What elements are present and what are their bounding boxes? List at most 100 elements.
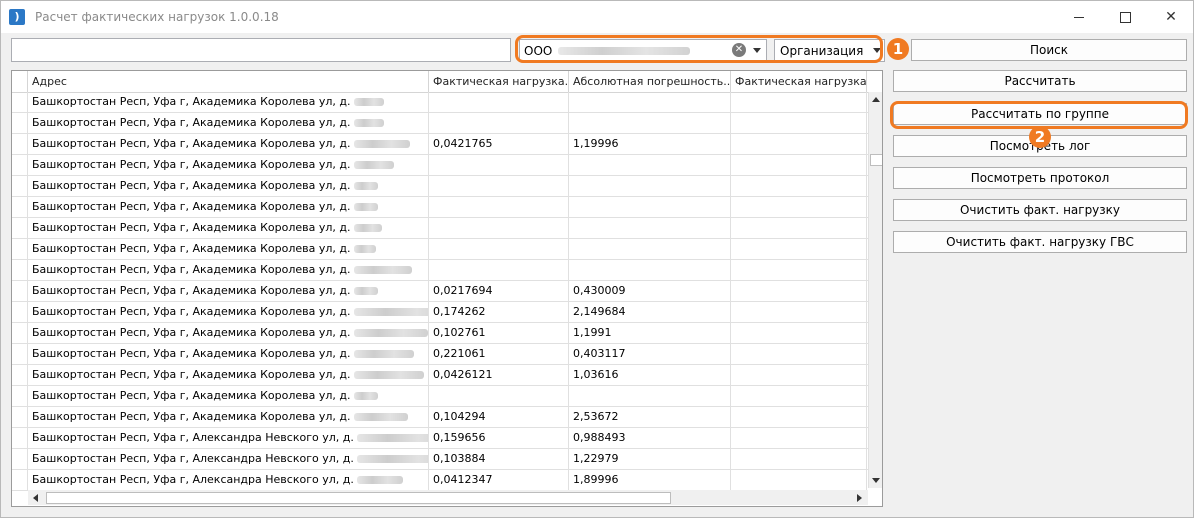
- search-button[interactable]: Поиск: [911, 39, 1187, 61]
- row-indicator[interactable]: [12, 155, 28, 175]
- absolute-error-cell[interactable]: [569, 386, 731, 406]
- maximize-button[interactable]: [1102, 1, 1148, 33]
- row-indicator[interactable]: [12, 344, 28, 364]
- actual-load-cell[interactable]: [429, 197, 569, 217]
- actual-load-2-cell[interactable]: [731, 365, 867, 385]
- absolute-error-cell[interactable]: 0,988493: [569, 428, 731, 448]
- actual-load-cell[interactable]: 0,0217694: [429, 281, 569, 301]
- row-indicator[interactable]: [12, 428, 28, 448]
- actual-load-cell[interactable]: 0,104294: [429, 407, 569, 427]
- table-row[interactable]: Башкортостан Респ, Уфа г, Академика Коро…: [12, 407, 868, 428]
- address-cell[interactable]: Башкортостан Респ, Уфа г, Академика Коро…: [28, 281, 429, 301]
- actual-load-2-cell[interactable]: [731, 260, 867, 280]
- absolute-error-cell[interactable]: 1,22979: [569, 449, 731, 469]
- absolute-error-cell[interactable]: [569, 260, 731, 280]
- table-row[interactable]: Башкортостан Респ, Уфа г, Александра Нев…: [12, 449, 868, 470]
- actual-load-cell[interactable]: 0,102761: [429, 323, 569, 343]
- actual-load-2-cell[interactable]: [731, 281, 867, 301]
- address-cell[interactable]: Башкортостан Респ, Уфа г, Академика Коро…: [28, 134, 429, 154]
- actual-load-cell[interactable]: 0,0426121: [429, 365, 569, 385]
- address-cell[interactable]: Башкортостан Респ, Уфа г, Академика Коро…: [28, 176, 429, 196]
- actual-load-2-cell[interactable]: [731, 386, 867, 406]
- table-row[interactable]: Башкортостан Респ, Уфа г, Академика Коро…: [12, 92, 868, 113]
- row-indicator[interactable]: [12, 449, 28, 469]
- actual-load-cell[interactable]: 0,0421765: [429, 134, 569, 154]
- column-header-address[interactable]: Адрес: [28, 71, 429, 92]
- absolute-error-cell[interactable]: [569, 176, 731, 196]
- close-button[interactable]: ✕: [1148, 1, 1194, 33]
- absolute-error-cell[interactable]: 2,53672: [569, 407, 731, 427]
- row-indicator[interactable]: [12, 197, 28, 217]
- address-cell[interactable]: Башкортостан Респ, Уфа г, Академика Коро…: [28, 323, 429, 343]
- table-row[interactable]: Башкортостан Респ, Уфа г, Академика Коро…: [12, 260, 868, 281]
- row-indicator[interactable]: [12, 134, 28, 154]
- actual-load-2-cell[interactable]: [731, 449, 867, 469]
- column-header-absolute-error[interactable]: Абсолютная погрешность...: [569, 71, 731, 92]
- address-cell[interactable]: Башкортостан Респ, Уфа г, Академика Коро…: [28, 113, 429, 133]
- row-indicator[interactable]: [12, 176, 28, 196]
- actual-load-2-cell[interactable]: [731, 323, 867, 343]
- actual-load-2-cell[interactable]: [731, 407, 867, 427]
- actual-load-2-cell[interactable]: [731, 470, 867, 490]
- scroll-right-icon[interactable]: [857, 494, 862, 502]
- address-cell[interactable]: Башкортостан Респ, Уфа г, Александра Нев…: [28, 449, 429, 469]
- actual-load-cell[interactable]: 0,159656: [429, 428, 569, 448]
- vertical-scrollbar[interactable]: [868, 92, 882, 488]
- row-indicator[interactable]: [12, 386, 28, 406]
- table-row[interactable]: Башкортостан Респ, Уфа г, Академика Коро…: [12, 239, 868, 260]
- actual-load-2-cell[interactable]: [731, 218, 867, 238]
- search-text-input[interactable]: [11, 38, 511, 62]
- table-row[interactable]: Башкортостан Респ, Уфа г, Академика Коро…: [12, 134, 868, 155]
- actual-load-cell[interactable]: 0,0412347: [429, 470, 569, 490]
- column-header-actual-load[interactable]: Фактическая нагрузка...: [429, 71, 569, 92]
- table-row[interactable]: Башкортостан Респ, Уфа г, Академика Коро…: [12, 155, 868, 176]
- address-cell[interactable]: Башкортостан Респ, Уфа г, Академика Коро…: [28, 344, 429, 364]
- vertical-scroll-thumb[interactable]: [870, 154, 882, 166]
- address-cell[interactable]: Башкортостан Респ, Уфа г, Академика Коро…: [28, 218, 429, 238]
- loads-grid[interactable]: Адрес Фактическая нагрузка... Абсолютная…: [11, 70, 883, 507]
- address-cell[interactable]: Башкортостан Респ, Уфа г, Академика Коро…: [28, 386, 429, 406]
- table-row[interactable]: Башкортостан Респ, Уфа г, Академика Коро…: [12, 176, 868, 197]
- actual-load-cell[interactable]: [429, 113, 569, 133]
- calculate-button[interactable]: Рассчитать: [893, 70, 1187, 92]
- actual-load-cell[interactable]: 0,103884: [429, 449, 569, 469]
- row-indicator[interactable]: [12, 113, 28, 133]
- clear-actual-load-button[interactable]: Очистить факт. нагрузку: [893, 199, 1187, 221]
- actual-load-cell[interactable]: [429, 239, 569, 259]
- actual-load-2-cell[interactable]: [731, 92, 867, 112]
- actual-load-cell[interactable]: [429, 155, 569, 175]
- address-cell[interactable]: Башкортостан Респ, Уфа г, Академика Коро…: [28, 407, 429, 427]
- absolute-error-cell[interactable]: [569, 218, 731, 238]
- actual-load-cell[interactable]: [429, 386, 569, 406]
- table-row[interactable]: Башкортостан Респ, Уфа г, Академика Коро…: [12, 323, 868, 344]
- row-indicator[interactable]: [12, 92, 28, 112]
- address-cell[interactable]: Башкортостан Респ, Уфа г, Академика Коро…: [28, 92, 429, 112]
- absolute-error-cell[interactable]: 1,89996: [569, 470, 731, 490]
- row-indicator[interactable]: [12, 407, 28, 427]
- scroll-down-icon[interactable]: [872, 478, 880, 483]
- horizontal-scrollbar[interactable]: [28, 490, 868, 505]
- table-row[interactable]: Башкортостан Респ, Уфа г, Академика Коро…: [12, 365, 868, 386]
- actual-load-cell[interactable]: 0,174262: [429, 302, 569, 322]
- absolute-error-cell[interactable]: [569, 239, 731, 259]
- actual-load-2-cell[interactable]: [731, 155, 867, 175]
- minimize-button[interactable]: [1056, 1, 1102, 33]
- actual-load-cell[interactable]: [429, 176, 569, 196]
- absolute-error-cell[interactable]: 1,03616: [569, 365, 731, 385]
- view-protocol-button[interactable]: Посмотреть протокол: [893, 167, 1187, 189]
- actual-load-2-cell[interactable]: [731, 134, 867, 154]
- table-row[interactable]: Башкортостан Респ, Уфа г, Академика Коро…: [12, 386, 868, 407]
- table-row[interactable]: Башкортостан Респ, Уфа г, Академика Коро…: [12, 197, 868, 218]
- absolute-error-cell[interactable]: 1,1991: [569, 323, 731, 343]
- clear-actual-load-gvs-button[interactable]: Очистить факт. нагрузку ГВС: [893, 231, 1187, 253]
- actual-load-2-cell[interactable]: [731, 197, 867, 217]
- address-cell[interactable]: Башкортостан Респ, Уфа г, Академика Коро…: [28, 302, 429, 322]
- row-indicator[interactable]: [12, 218, 28, 238]
- actual-load-2-cell[interactable]: [731, 239, 867, 259]
- absolute-error-cell[interactable]: 0,430009: [569, 281, 731, 301]
- horizontal-scroll-thumb[interactable]: [46, 492, 671, 504]
- table-row[interactable]: Башкортостан Респ, Уфа г, Академика Коро…: [12, 281, 868, 302]
- row-indicator[interactable]: [12, 302, 28, 322]
- absolute-error-cell[interactable]: [569, 92, 731, 112]
- row-indicator[interactable]: [12, 365, 28, 385]
